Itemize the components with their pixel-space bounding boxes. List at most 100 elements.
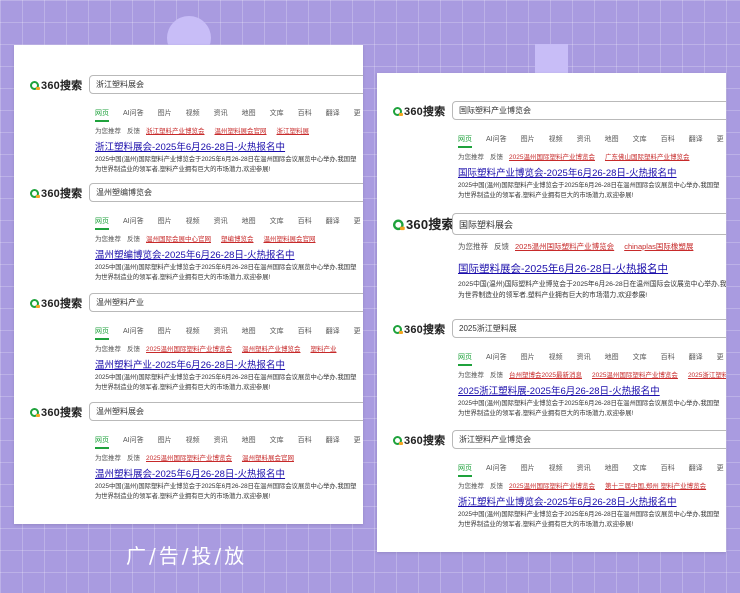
tab-7[interactable]: 百科 [661,134,675,144]
tab-5[interactable]: 地图 [605,352,619,362]
tab-2[interactable]: 图片 [158,435,172,445]
tab-7[interactable]: 百科 [298,435,312,445]
logo[interactable]: 360搜索 [393,104,445,118]
logo[interactable]: 360搜索 [30,296,82,310]
recommend-link[interactable]: 2025温州国际塑料产业博览会 [146,455,232,462]
result-title-link[interactable]: 浙江塑料产业博览会-2025年6月26-28日-火热报名中 [458,494,677,508]
tab-0[interactable]: 网页 [95,108,109,122]
tab-1[interactable]: AI问答 [486,463,507,473]
recommend-link[interactable]: 温州塑料展会官网 [215,128,267,135]
recommend-link[interactable]: chinaplas国际橡塑展 [624,242,693,251]
tab-7[interactable]: 百科 [661,352,675,362]
result-title-link[interactable]: 国际塑料展会-2025年6月26-28日-火热报名中 [458,261,668,276]
tab-1[interactable]: AI问答 [486,134,507,144]
tab-8[interactable]: 翻译 [326,216,340,226]
logo[interactable]: 360搜索 [393,433,445,447]
recommend-link[interactable]: 浙江塑料展 [277,128,310,135]
result-title-link[interactable]: 温州塑编博览会-2025年6月26-28日-火热报名中 [95,247,295,261]
result-title-link[interactable]: 国际塑料产业博览会-2025年6月26-28日-火热报名中 [458,165,677,179]
tab-9[interactable]: 更 [354,108,361,118]
tab-6[interactable]: 文库 [270,108,284,118]
recommend-link[interactable]: 温州塑料展会官网 [264,236,316,243]
tab-8[interactable]: 翻译 [689,463,703,473]
tab-3[interactable]: 视频 [186,108,200,118]
recommend-link[interactable]: 广东佛山国际塑料产业博览会 [605,154,690,161]
recommend-link[interactable]: 2025温州国际塑料产业博览会 [509,483,595,490]
tab-6[interactable]: 文库 [633,134,647,144]
recommend-link[interactable]: 2025温州国际塑料产业博览会 [146,346,232,353]
search-input[interactable]: 国际塑料展会 [452,213,726,235]
feedback-link[interactable]: 反馈 [127,455,140,462]
logo[interactable]: 360搜索 [30,78,82,92]
result-title-link[interactable]: 温州塑料产业-2025年6月26-28日-火热报名中 [95,357,285,371]
tab-4[interactable]: 资讯 [577,352,591,362]
tab-0[interactable]: 网页 [458,352,472,366]
recommend-link[interactable]: 2025浙江塑料展 [688,372,726,379]
tab-5[interactable]: 地图 [605,134,619,144]
recommend-link[interactable]: 2025温州国际塑料产业博览会 [509,154,595,161]
tab-8[interactable]: 翻译 [326,326,340,336]
tab-0[interactable]: 网页 [95,216,109,230]
tab-4[interactable]: 资讯 [577,134,591,144]
tab-6[interactable]: 文库 [270,216,284,226]
tab-0[interactable]: 网页 [95,435,109,449]
tab-4[interactable]: 资讯 [214,108,228,118]
tab-9[interactable]: 更 [717,463,724,473]
tab-1[interactable]: AI问答 [123,326,144,336]
tab-8[interactable]: 翻译 [326,108,340,118]
search-input[interactable]: 温州塑料展会 [89,402,363,421]
tab-2[interactable]: 图片 [158,108,172,118]
tab-9[interactable]: 更 [354,435,361,445]
logo[interactable]: 360搜索 [393,322,445,336]
feedback-link[interactable]: 反馈 [127,346,140,353]
feedback-link[interactable]: 反馈 [127,236,140,243]
tab-2[interactable]: 图片 [521,352,535,362]
tab-5[interactable]: 地图 [242,108,256,118]
logo[interactable]: 360搜索 [393,216,455,233]
tab-8[interactable]: 翻译 [326,435,340,445]
recommend-link[interactable]: 第十三届中国,郑州 塑料产业博览会 [605,483,706,490]
result-title-link[interactable]: 2025浙江塑料展-2025年6月26-28日-火热报名中 [458,383,660,397]
feedback-link[interactable]: 反馈 [494,242,509,251]
recommend-link[interactable]: 浙江塑料产业博览会 [146,128,205,135]
tab-5[interactable]: 地图 [242,435,256,445]
feedback-link[interactable]: 反馈 [127,128,140,135]
tab-5[interactable]: 地图 [242,216,256,226]
search-input[interactable]: 浙江塑料产业博览会 [452,430,726,449]
tab-9[interactable]: 更 [354,326,361,336]
tab-2[interactable]: 图片 [158,326,172,336]
tab-3[interactable]: 视频 [549,352,563,362]
tab-3[interactable]: 视频 [549,463,563,473]
tab-1[interactable]: AI问答 [486,352,507,362]
tab-1[interactable]: AI问答 [123,108,144,118]
tab-0[interactable]: 网页 [95,326,109,340]
result-title-link[interactable]: 温州塑料展会-2025年6月26-28日-火热报名中 [95,466,285,480]
recommend-link[interactable]: 塑料产业 [310,346,336,353]
tab-2[interactable]: 图片 [158,216,172,226]
tab-2[interactable]: 图片 [521,134,535,144]
tab-7[interactable]: 百科 [298,108,312,118]
result-title-link[interactable]: 浙江塑料展会-2025年6月26-28日-火热报名中 [95,139,285,153]
search-input[interactable]: 温州塑料产业 [89,293,363,312]
recommend-link[interactable]: 2025温州国际塑料产业博览会 [515,242,614,251]
tab-3[interactable]: 视频 [186,216,200,226]
tab-6[interactable]: 文库 [633,463,647,473]
logo[interactable]: 360搜索 [30,405,82,419]
tab-6[interactable]: 文库 [270,435,284,445]
feedback-link[interactable]: 反馈 [490,372,503,379]
tab-3[interactable]: 视频 [549,134,563,144]
feedback-link[interactable]: 反馈 [490,154,503,161]
tab-4[interactable]: 资讯 [214,435,228,445]
tab-7[interactable]: 百科 [298,326,312,336]
tab-2[interactable]: 图片 [521,463,535,473]
tab-3[interactable]: 视频 [186,435,200,445]
tab-5[interactable]: 地图 [605,463,619,473]
tab-1[interactable]: AI问答 [123,216,144,226]
recommend-link[interactable]: 温州国际会展中心官网 [146,236,211,243]
tab-3[interactable]: 视频 [186,326,200,336]
tab-6[interactable]: 文库 [270,326,284,336]
tab-9[interactable]: 更 [717,134,724,144]
tab-4[interactable]: 资讯 [214,216,228,226]
tab-5[interactable]: 地图 [242,326,256,336]
search-input[interactable]: 国际塑料产业博览会 [452,101,726,120]
